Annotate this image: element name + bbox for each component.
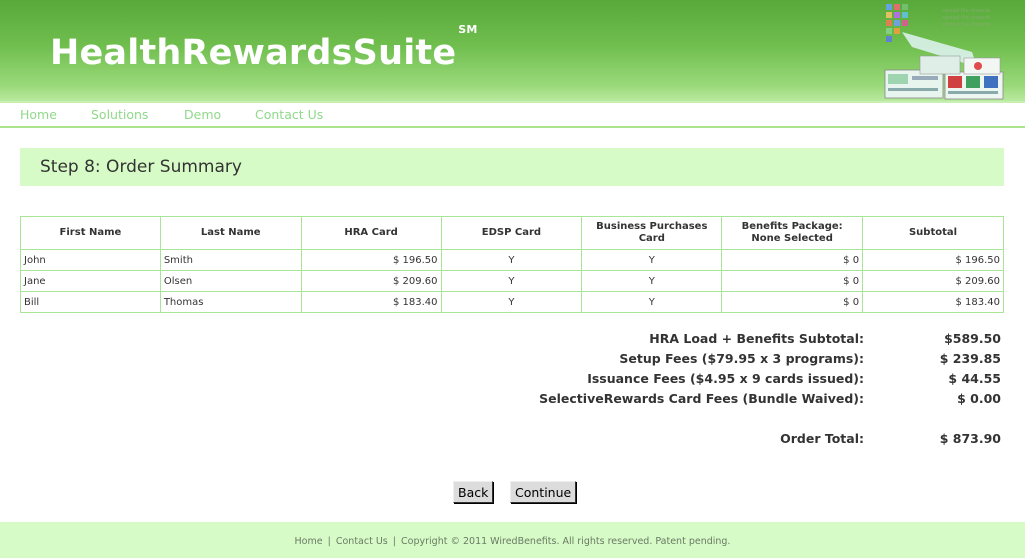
cell-first-name: Bill [20,291,161,313]
cell-edsp-card: Y [440,291,583,313]
footer-separator: | [392,536,396,547]
cell-benefits-package: $ 0 [721,291,864,313]
summary-label: SelectiveRewards Card Fees (Bundle Waive… [539,391,864,406]
summary-value: $ 44.55 [948,371,1001,386]
summary-row-issuance: Issuance Fees ($4.95 x 9 cards issued): … [420,371,1004,391]
summary-value: $589.50 [944,331,1001,346]
summary-label: Issuance Fees ($4.95 x 9 cards issued): [587,371,864,386]
cell-benefits-package: $ 0 [721,270,864,292]
summary-label: HRA Load + Benefits Subtotal: [649,331,864,346]
table-header-row: First Name Last Name HRA Card EDSP Card … [20,216,1004,250]
brand-name: HealthRewardsSuite [50,33,457,73]
table-row: Jane Olsen $ 209.60 Y Y $ 0 $ 209.60 [20,270,1004,292]
footer-separator: | [327,536,331,547]
cell-subtotal: $ 209.60 [862,270,1004,292]
summary-value: $ 239.85 [939,351,1001,366]
cell-subtotal: $ 183.40 [862,291,1004,313]
cell-last-name: Thomas [159,291,302,313]
cell-hra-card: $ 196.50 [300,249,442,271]
order-total-value: $ 873.90 [939,431,1001,446]
cell-benefits-package: $ 0 [721,249,864,271]
summary-label: Setup Fees ($79.95 x 3 programs): [619,351,864,366]
cell-first-name: Jane [20,270,161,292]
cell-last-name: Smith [159,249,302,271]
cell-hra-card: $ 183.40 [300,291,442,313]
footer-home-link[interactable]: Home [295,536,323,547]
app-icons-icon [886,4,908,42]
cell-first-name: John [20,249,161,271]
order-table: First Name Last Name HRA Card EDSP Card … [20,216,1004,313]
main-nav: Home Solutions Demo Contact Us [0,101,1025,128]
footer-contact-link[interactable]: Contact Us [336,536,388,547]
footer: Home | Contact Us | Copyright © 2011 Wir… [0,522,1025,558]
page-title: Step 8: Order Summary [40,157,242,177]
summary-row-selective: SelectiveRewards Card Fees (Bundle Waive… [420,391,1004,411]
cell-last-name: Olsen [159,270,302,292]
nav-contact-link[interactable]: Contact Us [255,107,323,122]
col-first-name: First Name [20,216,161,250]
table-row: Bill Thomas $ 183.40 Y Y $ 0 $ 183.40 [20,291,1004,313]
col-hra-card: HRA Card [300,216,442,250]
col-last-name: Last Name [159,216,302,250]
service-mark: SM [458,23,478,37]
summary-row-hra: HRA Load + Benefits Subtotal: $589.50 [420,331,1004,351]
cell-edsp-card: Y [440,270,583,292]
summary-spacer [420,411,1004,431]
order-total-label: Order Total: [780,431,864,446]
col-benefits-package: Benefits Package: None Selected [721,216,864,250]
col-subtotal: Subtotal [862,216,1004,250]
footer-text: Home | Contact Us | Copyright © 2011 Wir… [0,536,1025,547]
cell-business-card: Y [581,249,723,271]
cell-hra-card: $ 209.60 [300,270,442,292]
table-row: John Smith $ 196.50 Y Y $ 0 $ 196.50 [20,249,1004,271]
col-business-purchases-card: Business Purchases Card [581,216,723,250]
summary-row-setup: Setup Fees ($79.95 x 3 programs): $ 239.… [420,351,1004,371]
cell-business-card: Y [581,270,723,292]
nav-home-link[interactable]: Home [20,107,57,122]
back-button[interactable]: Back [453,481,494,503]
cell-subtotal: $ 196.50 [862,249,1004,271]
brand-logo: HealthRewardsSuiteSM [50,23,478,73]
step-header: Step 8: Order Summary [20,148,1004,186]
footer-copyright: Copyright © 2011 WiredBenefits. All righ… [401,536,731,547]
summary-row-total: Order Total: $ 873.90 [420,431,1004,451]
nav-solutions-link[interactable]: Solutions [91,107,148,122]
cell-edsp-card: Y [440,249,583,271]
col-edsp-card: EDSP Card [440,216,583,250]
benefit-cards-icon [884,55,1004,100]
continue-button[interactable]: Continue [510,481,577,503]
tagline: spread the rewards spread the rewards sp… [942,8,991,28]
summary-value: $ 0.00 [957,391,1001,406]
page: HealthRewardsSuiteSM spread the rewards … [0,0,1025,558]
order-summary: HRA Load + Benefits Subtotal: $589.50 Se… [420,331,1004,451]
cell-business-card: Y [581,291,723,313]
nav-demo-link[interactable]: Demo [184,107,221,122]
header-banner: HealthRewardsSuiteSM spread the rewards … [0,0,1025,101]
